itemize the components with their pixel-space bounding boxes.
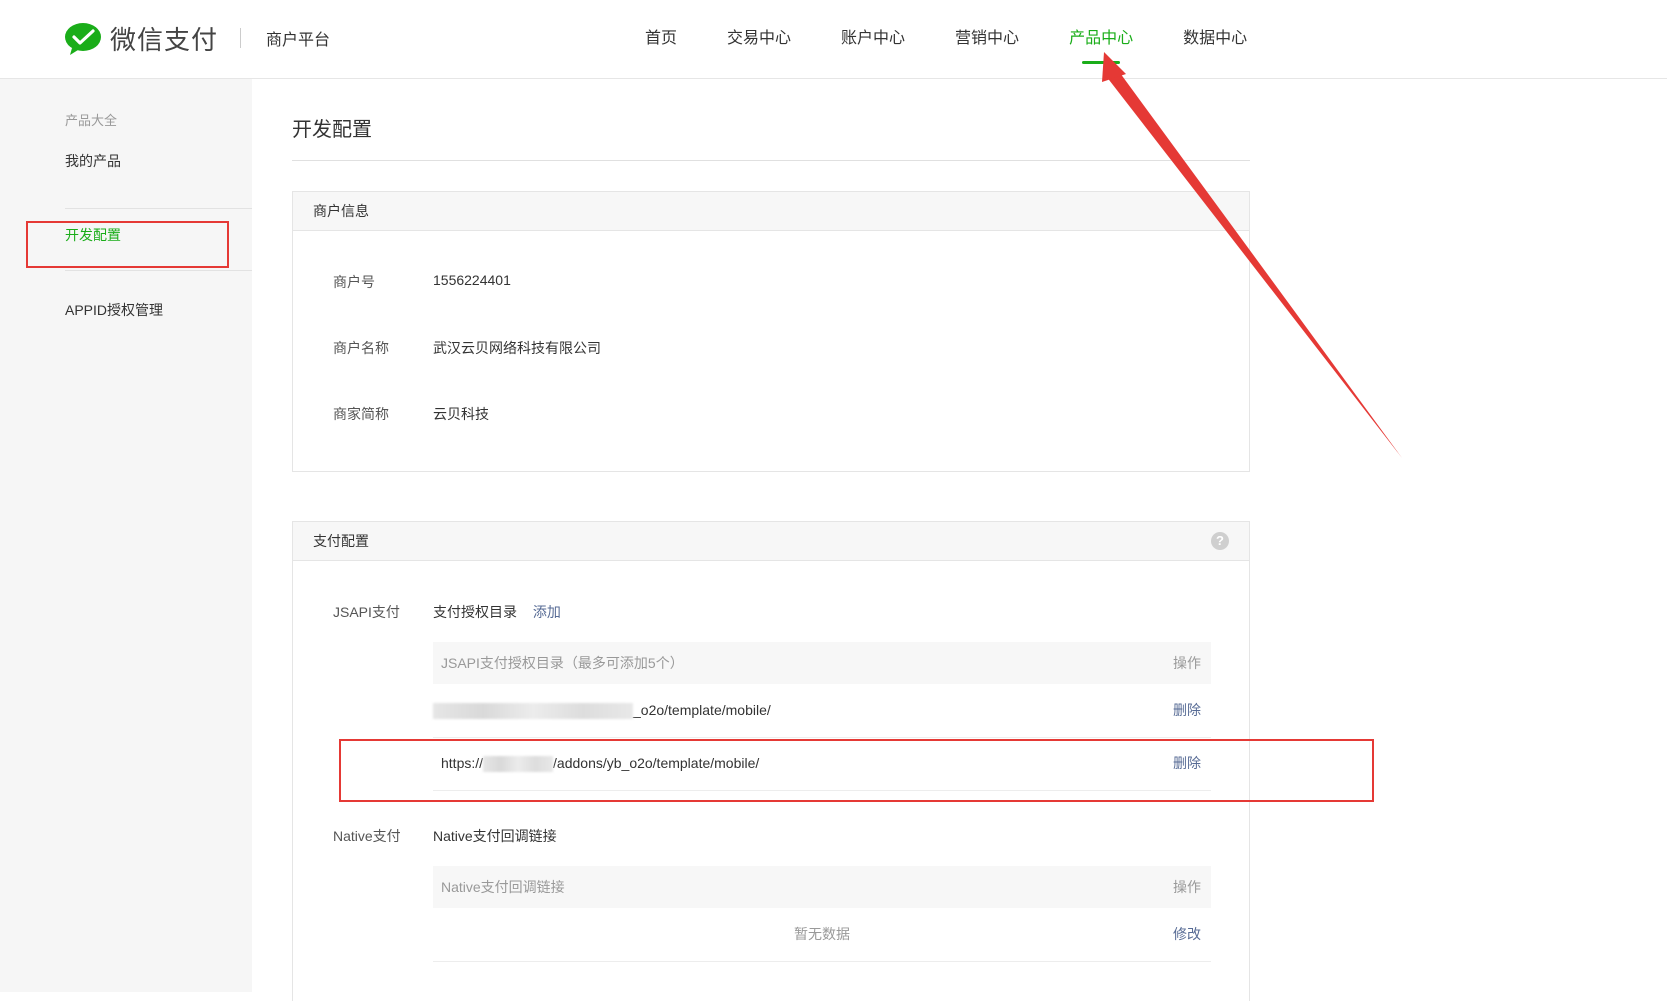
annotation-highlight-box	[339, 739, 1374, 802]
nav-home[interactable]: 首页	[645, 24, 677, 48]
logo-divider	[240, 28, 241, 48]
jsapi-table-header: JSAPI支付授权目录（最多可添加5个） 操作	[433, 642, 1211, 684]
nav-account[interactable]: 账户中心	[841, 24, 905, 48]
sidebar-group-title: 产品大全	[65, 113, 118, 128]
sidebar-item-appid-mgmt[interactable]: APPID授权管理	[65, 300, 163, 320]
jsapi-dir-url: _o2o/template/mobile/	[433, 684, 771, 737]
nav-data[interactable]: 数据中心	[1183, 24, 1247, 48]
jsapi-col-action: 操作	[1173, 655, 1201, 671]
native-table-header: Native支付回调链接 操作	[433, 866, 1211, 908]
merchant-short-name-label: 商家简称	[333, 406, 389, 422]
jsapi-add-link[interactable]: 添加	[533, 604, 561, 620]
main-nav: 首页 交易中心 账户中心 营销中心 产品中心 数据中心	[645, 24, 1297, 64]
jsapi-col-dir: JSAPI支付授权目录（最多可添加5个）	[441, 655, 684, 671]
jsapi-label: JSAPI支付	[333, 604, 400, 620]
nav-marketing[interactable]: 营销中心	[955, 24, 1019, 48]
merchant-name-label: 商户名称	[333, 340, 389, 356]
sidebar-divider	[65, 208, 252, 209]
merchant-short-name-value: 云贝科技	[433, 406, 489, 422]
wechat-pay-logo-icon	[65, 22, 101, 55]
native-sub-label: Native支付回调链接	[433, 828, 557, 844]
merchant-id-label: 商户号	[333, 274, 375, 290]
native-label: Native支付	[333, 828, 401, 844]
table-row: _o2o/template/mobile/ 删除	[433, 684, 1211, 738]
delete-link[interactable]: 删除	[1173, 684, 1201, 737]
title-divider	[292, 160, 1250, 161]
redacted-text	[433, 703, 633, 720]
sidebar-item-my-products[interactable]: 我的产品	[65, 151, 121, 171]
logo-text: 微信支付	[110, 25, 219, 55]
help-icon[interactable]: ?	[1211, 532, 1229, 550]
pay-config-title: 支付配置	[313, 533, 369, 549]
platform-title: 商户平台	[266, 32, 331, 49]
sidebar: 产品大全 我的产品 开发配置 APPID授权管理	[0, 79, 252, 992]
merchant-name-value: 武汉云贝网络科技有限公司	[433, 340, 601, 356]
wechat-pay-logo[interactable]: 微信支付	[64, 20, 218, 57]
annotation-highlight-box	[26, 221, 229, 268]
jsapi-sub-label: 支付授权目录 添加	[433, 602, 561, 622]
merchant-id-value: 1556224401	[433, 272, 511, 288]
sidebar-divider	[65, 270, 252, 271]
merchant-info-card: 商户信息 商户号 1556224401 商户名称 武汉云贝网络科技有限公司 商家…	[292, 191, 1250, 472]
empty-state-text: 暂无数据	[794, 926, 850, 942]
page-title: 开发配置	[292, 119, 372, 141]
table-row: 暂无数据 修改	[433, 908, 1211, 962]
top-bar: 微信支付 商户平台 首页 交易中心 账户中心 营销中心 产品中心 数据中心	[0, 0, 1667, 79]
native-col-action: 操作	[1173, 879, 1201, 895]
native-col-url: Native支付回调链接	[441, 879, 565, 895]
edit-link[interactable]: 修改	[1173, 908, 1201, 961]
merchant-info-header: 商户信息	[293, 192, 1249, 231]
pay-config-header: 支付配置 ?	[293, 522, 1249, 561]
jsapi-dir-label: 支付授权目录	[433, 604, 517, 620]
nav-products[interactable]: 产品中心	[1069, 24, 1133, 64]
nav-transactions[interactable]: 交易中心	[727, 24, 791, 48]
